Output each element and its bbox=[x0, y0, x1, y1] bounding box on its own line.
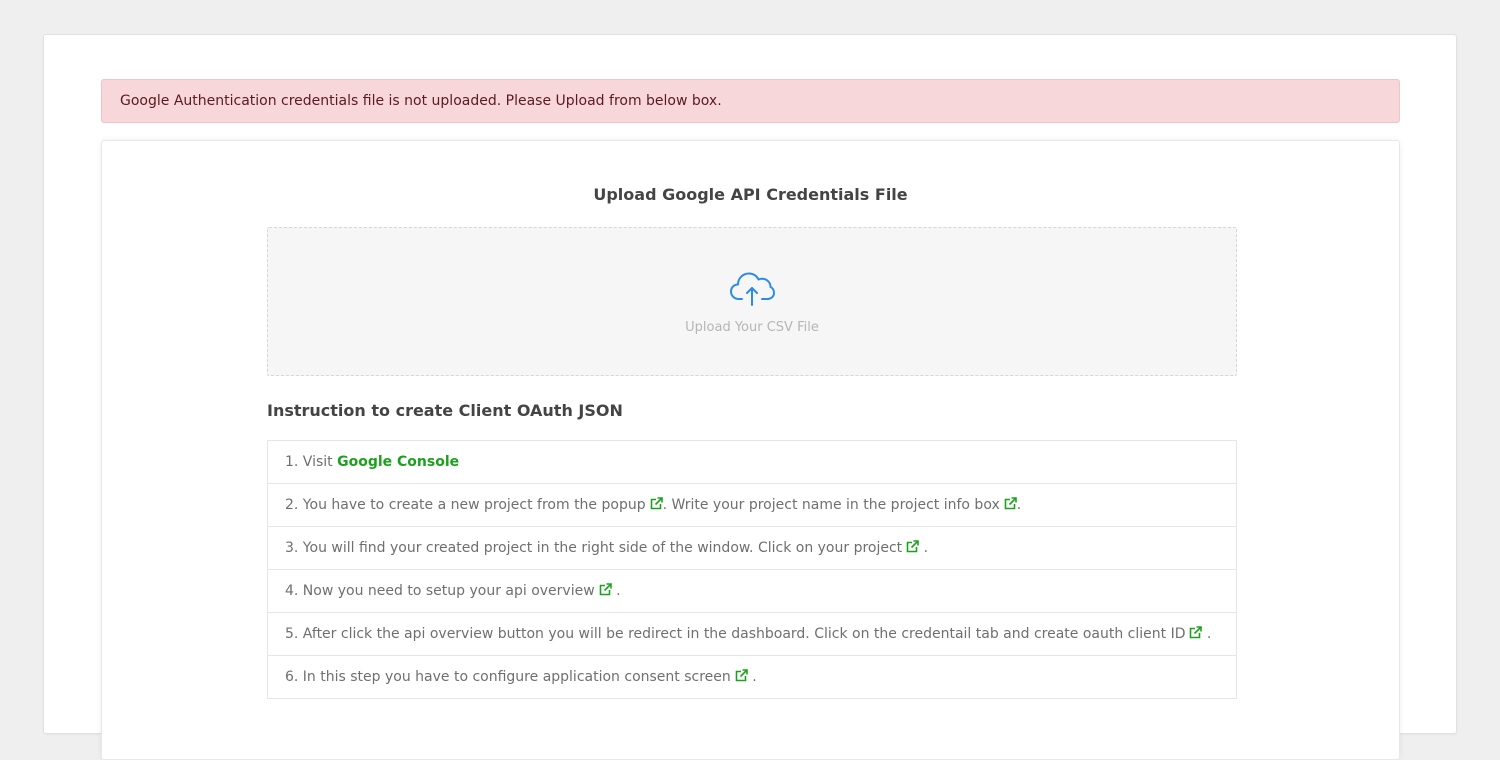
instructions-list: 1. Visit Google Console 2. You have to c… bbox=[267, 440, 1237, 699]
csv-dropzone[interactable]: Upload Your CSV File bbox=[267, 227, 1237, 376]
list-item-step-1: 1. Visit Google Console bbox=[268, 441, 1236, 484]
external-link-icon[interactable] bbox=[906, 540, 919, 553]
upload-title: Upload Google API Credentials File bbox=[593, 185, 908, 204]
list-item-step-5: 5. After click the api overview button y… bbox=[268, 613, 1236, 656]
page-card: Google Authentication credentials file i… bbox=[43, 34, 1457, 760]
external-link-icon[interactable] bbox=[650, 497, 663, 510]
step-text: 3. You will find your created project in… bbox=[285, 540, 903, 556]
alert-message: Google Authentication credentials file i… bbox=[120, 93, 722, 109]
step-suffix: . bbox=[1202, 626, 1212, 642]
external-link-icon[interactable] bbox=[735, 669, 748, 682]
list-item-step-3: 3. You will find your created project in… bbox=[268, 527, 1236, 570]
step-text: 1. Visit bbox=[285, 454, 338, 470]
step-suffix: . bbox=[747, 669, 757, 685]
step-text: 2. You have to create a new project from… bbox=[285, 497, 646, 513]
external-link-icon[interactable] bbox=[1189, 626, 1203, 639]
external-link-icon[interactable] bbox=[1004, 497, 1017, 510]
step-text: 6. In this step you have to configure ap… bbox=[285, 669, 731, 685]
cloud-upload-icon bbox=[730, 272, 775, 306]
external-link-icon[interactable] bbox=[599, 583, 612, 596]
error-alert: Google Authentication credentials file i… bbox=[101, 79, 1400, 123]
google-console-link[interactable]: Google Console bbox=[337, 454, 459, 470]
instructions-heading: Instruction to create Client OAuth JSON bbox=[267, 401, 623, 420]
step-text: . Write your project name in the project… bbox=[662, 497, 1000, 513]
list-item-step-6: 6. In this step you have to configure ap… bbox=[268, 656, 1236, 699]
step-text: 5. After click the api overview button y… bbox=[285, 626, 1186, 642]
list-item-step-2: 2. You have to create a new project from… bbox=[268, 484, 1236, 527]
list-item-step-4: 4. Now you need to setup your api overvi… bbox=[268, 570, 1236, 613]
step-suffix: . bbox=[919, 540, 929, 556]
upload-panel: Upload Google API Credentials File Uploa… bbox=[101, 140, 1400, 760]
step-suffix: . bbox=[611, 583, 621, 599]
step-suffix: . bbox=[1016, 497, 1022, 513]
dropzone-label: Upload Your CSV File bbox=[685, 320, 819, 335]
step-text: 4. Now you need to setup your api overvi… bbox=[285, 583, 595, 599]
